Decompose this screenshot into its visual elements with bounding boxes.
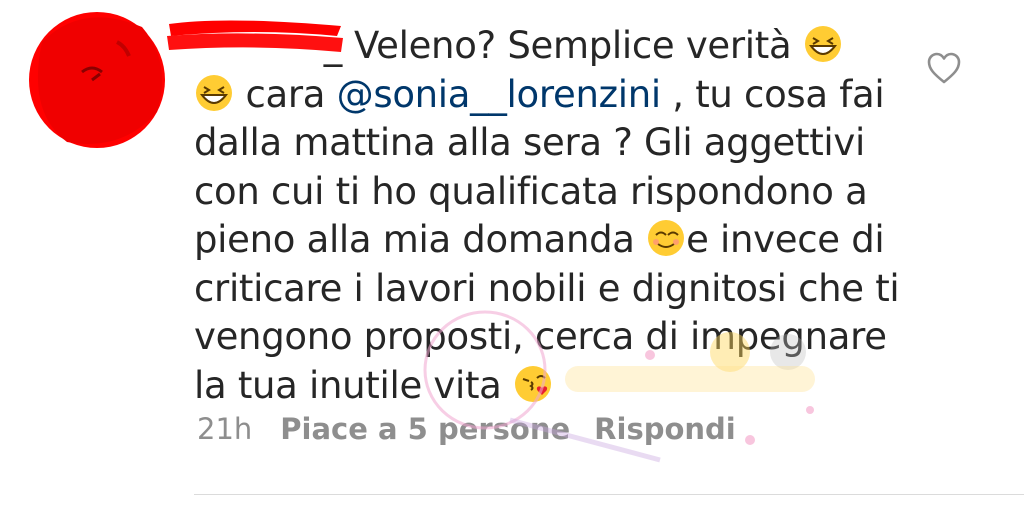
reply-button[interactable]: Rispondi [594, 412, 736, 446]
comment-line-3: dalla mattina alla sera ? Gli aggettivi [194, 121, 865, 164]
comment-line-7: vengono proposti, cerca di impegnare [194, 315, 887, 358]
comment-line-4: con cui ti ho qualificata rispondono a [194, 169, 868, 213]
comment-line-6: criticare i lavori nobili e dignitosi ch… [194, 266, 900, 310]
comment-line-1: _ Veleno? Semplice verità [194, 22, 914, 71]
username[interactable]: _ [194, 22, 354, 71]
comment-line-5: pieno alla mia domanda e invece di [194, 218, 885, 261]
grinning-squinting-face-emoji [196, 74, 232, 111]
comment-line-8: la tua inutile vita [194, 362, 914, 411]
likes-count-link[interactable]: Piace a 5 persone [280, 412, 570, 446]
grinning-squinting-face-emoji [804, 26, 841, 62]
comment-line-2: cara @sonia__lorenzini , tu cosa fai [194, 71, 914, 120]
comment-divider [194, 494, 1024, 495]
avatar[interactable] [22, 2, 172, 152]
smiling-face-emoji [648, 220, 685, 256]
kissing-face-emoji [515, 365, 552, 402]
heart-outline-icon[interactable] [926, 51, 962, 85]
timestamp: 21h [197, 412, 253, 446]
mention-link[interactable]: @sonia__lorenzini [337, 73, 661, 116]
comment-text: _ Veleno? Semplice verità cara @sonia__l… [194, 22, 914, 410]
comment-row: _ Veleno? Semplice verità cara @sonia__l… [0, 0, 1024, 522]
comment-meta: 21h Piace a 5 persone Rispondi [197, 412, 736, 446]
